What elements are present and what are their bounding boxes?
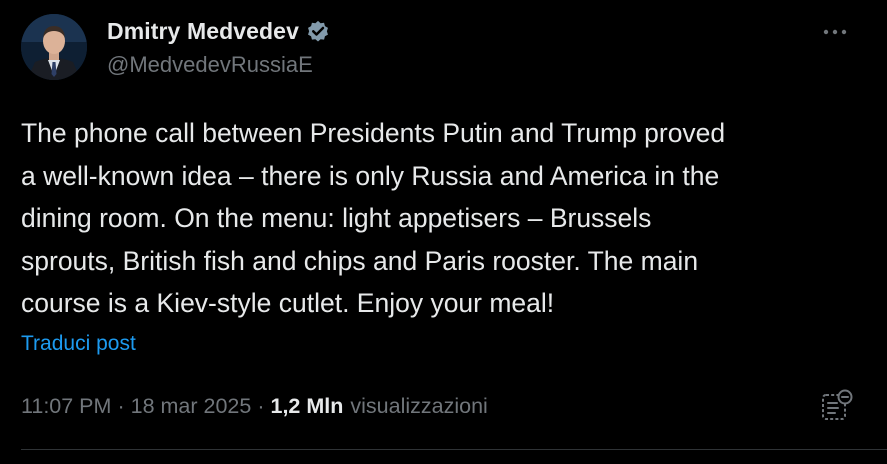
author-name-row: Dmitry Medvedev	[107, 16, 331, 46]
views-count: 1,2 Mln	[270, 393, 344, 418]
post-analytics-icon[interactable]	[818, 388, 854, 424]
meta-separator: ·	[257, 393, 265, 418]
verified-badge-icon[interactable]	[305, 18, 331, 44]
more-options-icon[interactable]	[818, 18, 852, 46]
author-handle[interactable]: @MedvedevRussiaE	[107, 50, 313, 80]
post-time[interactable]: 11:07 PM	[21, 394, 111, 419]
post-metadata: 11:07 PM · 18 mar 2025 · 1,2 Mln visuali…	[21, 391, 488, 421]
post-date[interactable]: 18 mar 2025	[131, 394, 252, 419]
author-display-name[interactable]: Dmitry Medvedev	[107, 16, 299, 46]
post-text: The phone call between Presidents Putin …	[21, 118, 726, 318]
avatar[interactable]	[21, 14, 87, 80]
divider	[21, 449, 887, 450]
meta-separator: ·	[117, 393, 125, 418]
translate-post-link[interactable]: Traduci post	[21, 329, 136, 359]
views-label: visualizzazioni	[350, 393, 488, 418]
